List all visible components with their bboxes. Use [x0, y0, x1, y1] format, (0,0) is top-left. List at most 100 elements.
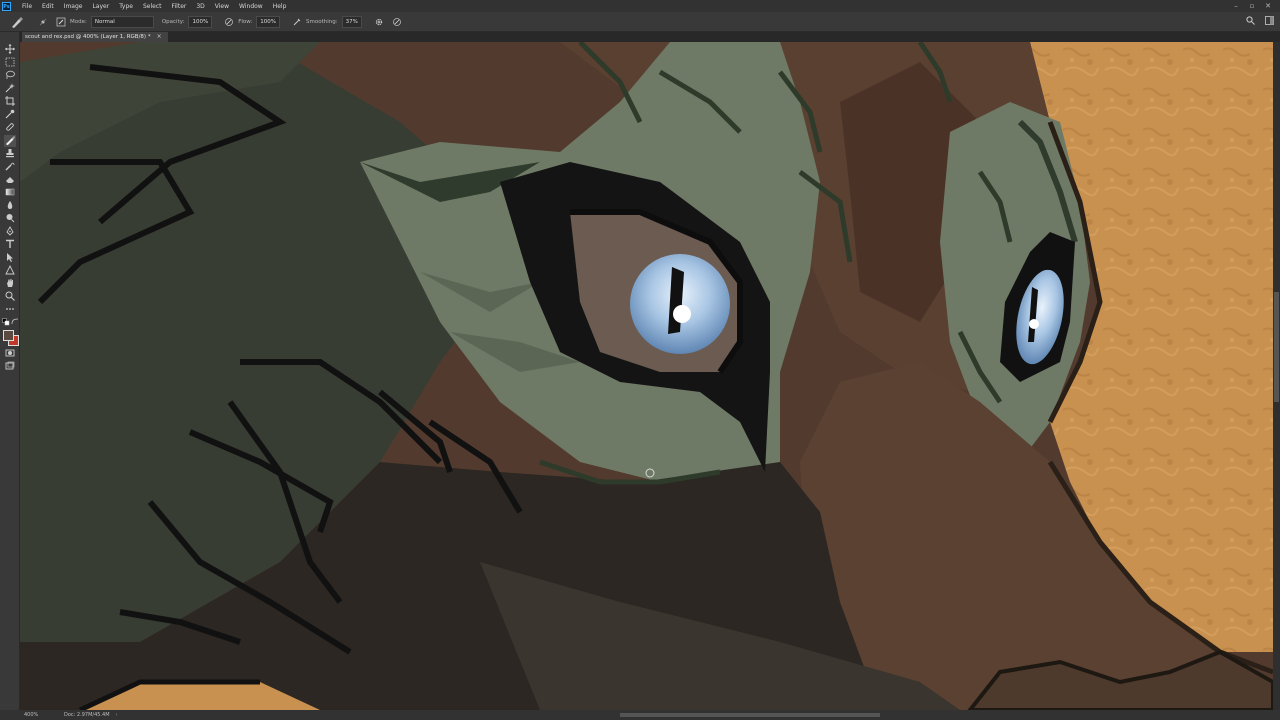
type-icon [6, 239, 14, 248]
brush-size-icon [39, 18, 47, 25]
gradient-icon [5, 188, 15, 196]
type-tool[interactable] [4, 239, 16, 251]
airbrush-toggle[interactable] [292, 17, 302, 27]
hand-tool[interactable] [4, 278, 16, 290]
zoom-tool[interactable] [4, 291, 16, 303]
airbrush-icon [293, 18, 301, 25]
document-tab-title: scout and rex.psd @ 400% (Layer 1, RGB/8… [25, 34, 151, 40]
hand-icon [7, 279, 13, 287]
window-controls: – ▫ ✕ [1228, 0, 1276, 12]
menu-type[interactable]: Type [114, 3, 138, 10]
more-tools-icon [6, 308, 14, 310]
eyedropper-tool[interactable] [4, 109, 16, 121]
mode-select[interactable]: Normal [90, 15, 154, 28]
smoothing-label: Smoothing: [306, 18, 338, 25]
menu-3d[interactable]: 3D [191, 3, 209, 10]
menu-file[interactable]: File [17, 3, 37, 10]
quick-mask-button[interactable] [4, 348, 16, 360]
foreground-color-swatch[interactable] [3, 330, 14, 341]
menu-help[interactable]: Help [268, 3, 292, 10]
healing-brush-icon [6, 123, 14, 131]
vertical-scroll-thumb[interactable] [1274, 292, 1279, 402]
marquee-icon [5, 57, 15, 67]
move-tool[interactable] [4, 44, 16, 56]
menu-filter[interactable]: Filter [167, 3, 192, 10]
menu-edit[interactable]: Edit [37, 3, 59, 10]
path-selection-icon [7, 253, 13, 262]
default-colors-button[interactable] [2, 318, 10, 326]
move-icon [5, 44, 15, 54]
magic-wand-tool[interactable] [4, 83, 16, 95]
swap-colors-button[interactable] [11, 318, 19, 326]
document-tab[interactable]: scout and rex.psd @ 400% (Layer 1, RGB/8… [22, 32, 168, 42]
blur-tool[interactable] [4, 200, 16, 212]
artwork [20, 42, 1273, 710]
opacity-control: Opacity: 100% [161, 15, 213, 28]
path-selection-tool[interactable] [4, 252, 16, 264]
quick-mask-icon [5, 349, 15, 357]
tool-preset-picker[interactable] [6, 15, 28, 29]
crop-tool[interactable] [4, 96, 16, 108]
zoom-level[interactable]: 400% [24, 710, 54, 720]
healing-brush-tool[interactable] [4, 122, 16, 134]
brush-icon [12, 16, 23, 28]
brush-icon [6, 136, 15, 146]
mode-label: Mode: [70, 18, 87, 25]
shape-tool[interactable] [4, 264, 16, 277]
smoothing-control: Smoothing: 37% [306, 15, 362, 28]
magic-wand-icon [5, 83, 15, 93]
pen-icon [6, 226, 14, 236]
close-window-button[interactable]: ✕ [1260, 2, 1276, 10]
lasso-tool[interactable] [4, 70, 16, 82]
pressure-size-toggle[interactable] [392, 17, 402, 27]
restore-button[interactable]: ▫ [1244, 2, 1260, 10]
pressure-opacity-toggle[interactable] [224, 17, 234, 27]
menu-select[interactable]: Select [138, 3, 167, 10]
options-bar: Mode: Normal Opacity: 100% Flow: 100% Sm… [0, 12, 1280, 32]
default-colors-icon [2, 318, 10, 326]
status-bar: 400% Doc: 2.97M/45.4M › [0, 710, 1280, 720]
history-brush-tool[interactable] [4, 161, 16, 173]
mode-control: Mode: Normal [70, 15, 154, 28]
more-tools-button[interactable] [4, 304, 16, 316]
workspace-icon[interactable] [1265, 16, 1274, 25]
eraser-tool[interactable] [4, 174, 16, 186]
search-icon[interactable] [1246, 16, 1255, 25]
menu-layer[interactable]: Layer [87, 3, 114, 10]
vertical-scrollbar[interactable] [1273, 42, 1280, 710]
marquee-tool[interactable] [4, 57, 16, 69]
status-menu-arrow[interactable]: › [116, 710, 118, 720]
swap-colors-icon [11, 318, 19, 325]
menu-image[interactable]: Image [59, 3, 88, 10]
pressure-size-icon [392, 17, 401, 26]
crop-icon [5, 96, 15, 106]
clone-stamp-tool[interactable] [4, 148, 16, 160]
brush-settings-icon [56, 17, 66, 26]
menu-view[interactable]: View [210, 3, 234, 10]
pressure-icon [225, 17, 234, 26]
blur-icon [7, 201, 13, 209]
brush-panel-toggle[interactable] [56, 17, 66, 27]
close-tab-button[interactable]: × [157, 32, 162, 42]
dodge-tool[interactable] [4, 213, 16, 225]
flow-label: Flow: [238, 18, 253, 25]
document-tab-bar: scout and rex.psd @ 400% (Layer 1, RGB/8… [20, 32, 1280, 42]
horizontal-scroll-thumb[interactable] [620, 713, 880, 717]
minimize-button[interactable]: – [1228, 2, 1244, 10]
flow-field[interactable]: 100% [256, 15, 281, 28]
smoothing-options-button[interactable] [374, 17, 384, 27]
gradient-tool[interactable] [4, 187, 16, 199]
menu-window[interactable]: Window [234, 3, 268, 10]
flow-control: Flow: 100% [238, 15, 281, 28]
pen-tool[interactable] [4, 226, 16, 238]
screen-mode-button[interactable] [4, 361, 16, 373]
zoom-icon [5, 291, 15, 301]
document-canvas[interactable] [20, 42, 1273, 710]
opacity-label: Opacity: [161, 18, 185, 25]
brush-tool[interactable] [4, 135, 16, 147]
brush-size-picker[interactable] [38, 17, 48, 27]
eyedropper-icon [5, 109, 15, 119]
smoothing-field[interactable]: 37% [341, 15, 362, 28]
menu-bar: Ps File Edit Image Layer Type Select Fil… [0, 0, 1280, 12]
opacity-field[interactable]: 100% [188, 15, 213, 28]
